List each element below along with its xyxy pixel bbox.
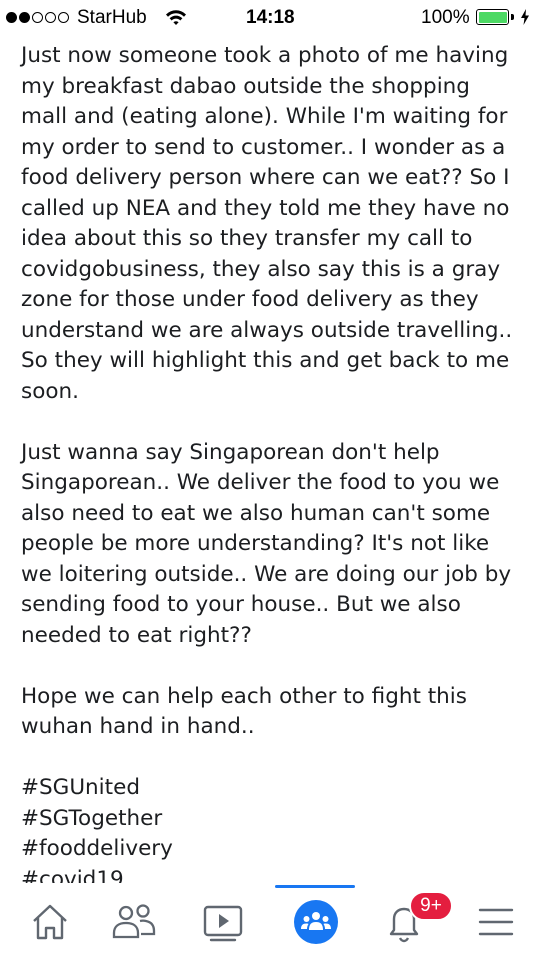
battery-percentage: 100% <box>421 7 470 28</box>
hamburger-menu-icon <box>478 908 514 936</box>
battery-tip <box>511 14 514 20</box>
post-text-line: wuhan hand in hand.. <box>21 714 255 739</box>
signal-dot <box>32 12 43 23</box>
post-text-line: my order to send to customer.. I wonder … <box>21 134 506 160</box>
post-text-line: understand we are always outside travell… <box>21 317 513 343</box>
carrier-name: StarHub <box>77 7 147 28</box>
groups-icon <box>294 900 338 944</box>
post-text-line: we loitering outside.. We are doing our … <box>21 561 512 587</box>
status-bar: StarHub 14:18 100% <box>0 0 540 36</box>
post-text-line: Singaporean.. We deliver the food to you… <box>21 470 500 495</box>
tab-home[interactable] <box>20 897 80 947</box>
post-text-line: mall and (eating alone). While I'm waiti… <box>21 104 508 129</box>
charging-bolt-icon <box>520 9 530 31</box>
post-text-line: #fooddelivery <box>21 836 173 861</box>
bottom-tab-bar <box>0 883 540 960</box>
friends-icon <box>112 904 156 939</box>
tab-menu[interactable] <box>466 897 526 947</box>
post-text-line: people be more understanding? It's not l… <box>21 531 490 556</box>
post-text-line: #SGUnited <box>21 775 140 800</box>
post-text-line: needed to eat right?? <box>21 622 252 648</box>
post-body: Just now someone took a photo of me havi… <box>21 41 521 895</box>
post-text-line: Hope we can help each other to fight thi… <box>21 683 467 709</box>
post-text-line: Just wanna say Singaporean don't help <box>21 439 440 465</box>
post-text-line: zone for those under food delivery as th… <box>21 287 479 312</box>
post-text-line: Just now someone took a photo of me havi… <box>21 43 509 68</box>
signal-dot <box>6 12 17 23</box>
post-text-line: soon. <box>21 378 79 404</box>
post-text-line: called up NEA and they told me they have… <box>21 195 510 221</box>
signal-dot <box>19 12 30 23</box>
clock: 14:18 <box>246 7 295 28</box>
post-text-line: So they will highlight this and get back… <box>21 348 510 373</box>
tab-watch[interactable] <box>193 897 253 947</box>
home-icon <box>33 904 67 940</box>
tab-groups[interactable] <box>286 897 346 947</box>
post-text-line: my breakfast dabao outside the shopping <box>21 73 470 99</box>
video-icon <box>203 905 243 942</box>
signal-dot <box>58 12 69 23</box>
post-text-line: idea about this so they transfer my call… <box>21 226 473 251</box>
post-text-line: food delivery person where can we eat?? … <box>21 165 510 190</box>
wifi-icon <box>165 8 187 32</box>
post-text-line: also need to eat we also human can't som… <box>21 500 491 526</box>
post-text-line: #SGTogether <box>21 805 163 831</box>
active-tab-indicator <box>275 885 355 888</box>
signal-dot <box>45 12 56 23</box>
notification-badge: 9+ <box>409 891 453 921</box>
signal-strength-indicator <box>6 12 69 23</box>
tab-friends[interactable] <box>104 897 164 947</box>
battery-icon <box>476 9 509 25</box>
post-text-line: sending food to your house.. But we also <box>21 592 461 617</box>
post-text-line: covidgobusiness, they also say this is a… <box>21 256 501 282</box>
